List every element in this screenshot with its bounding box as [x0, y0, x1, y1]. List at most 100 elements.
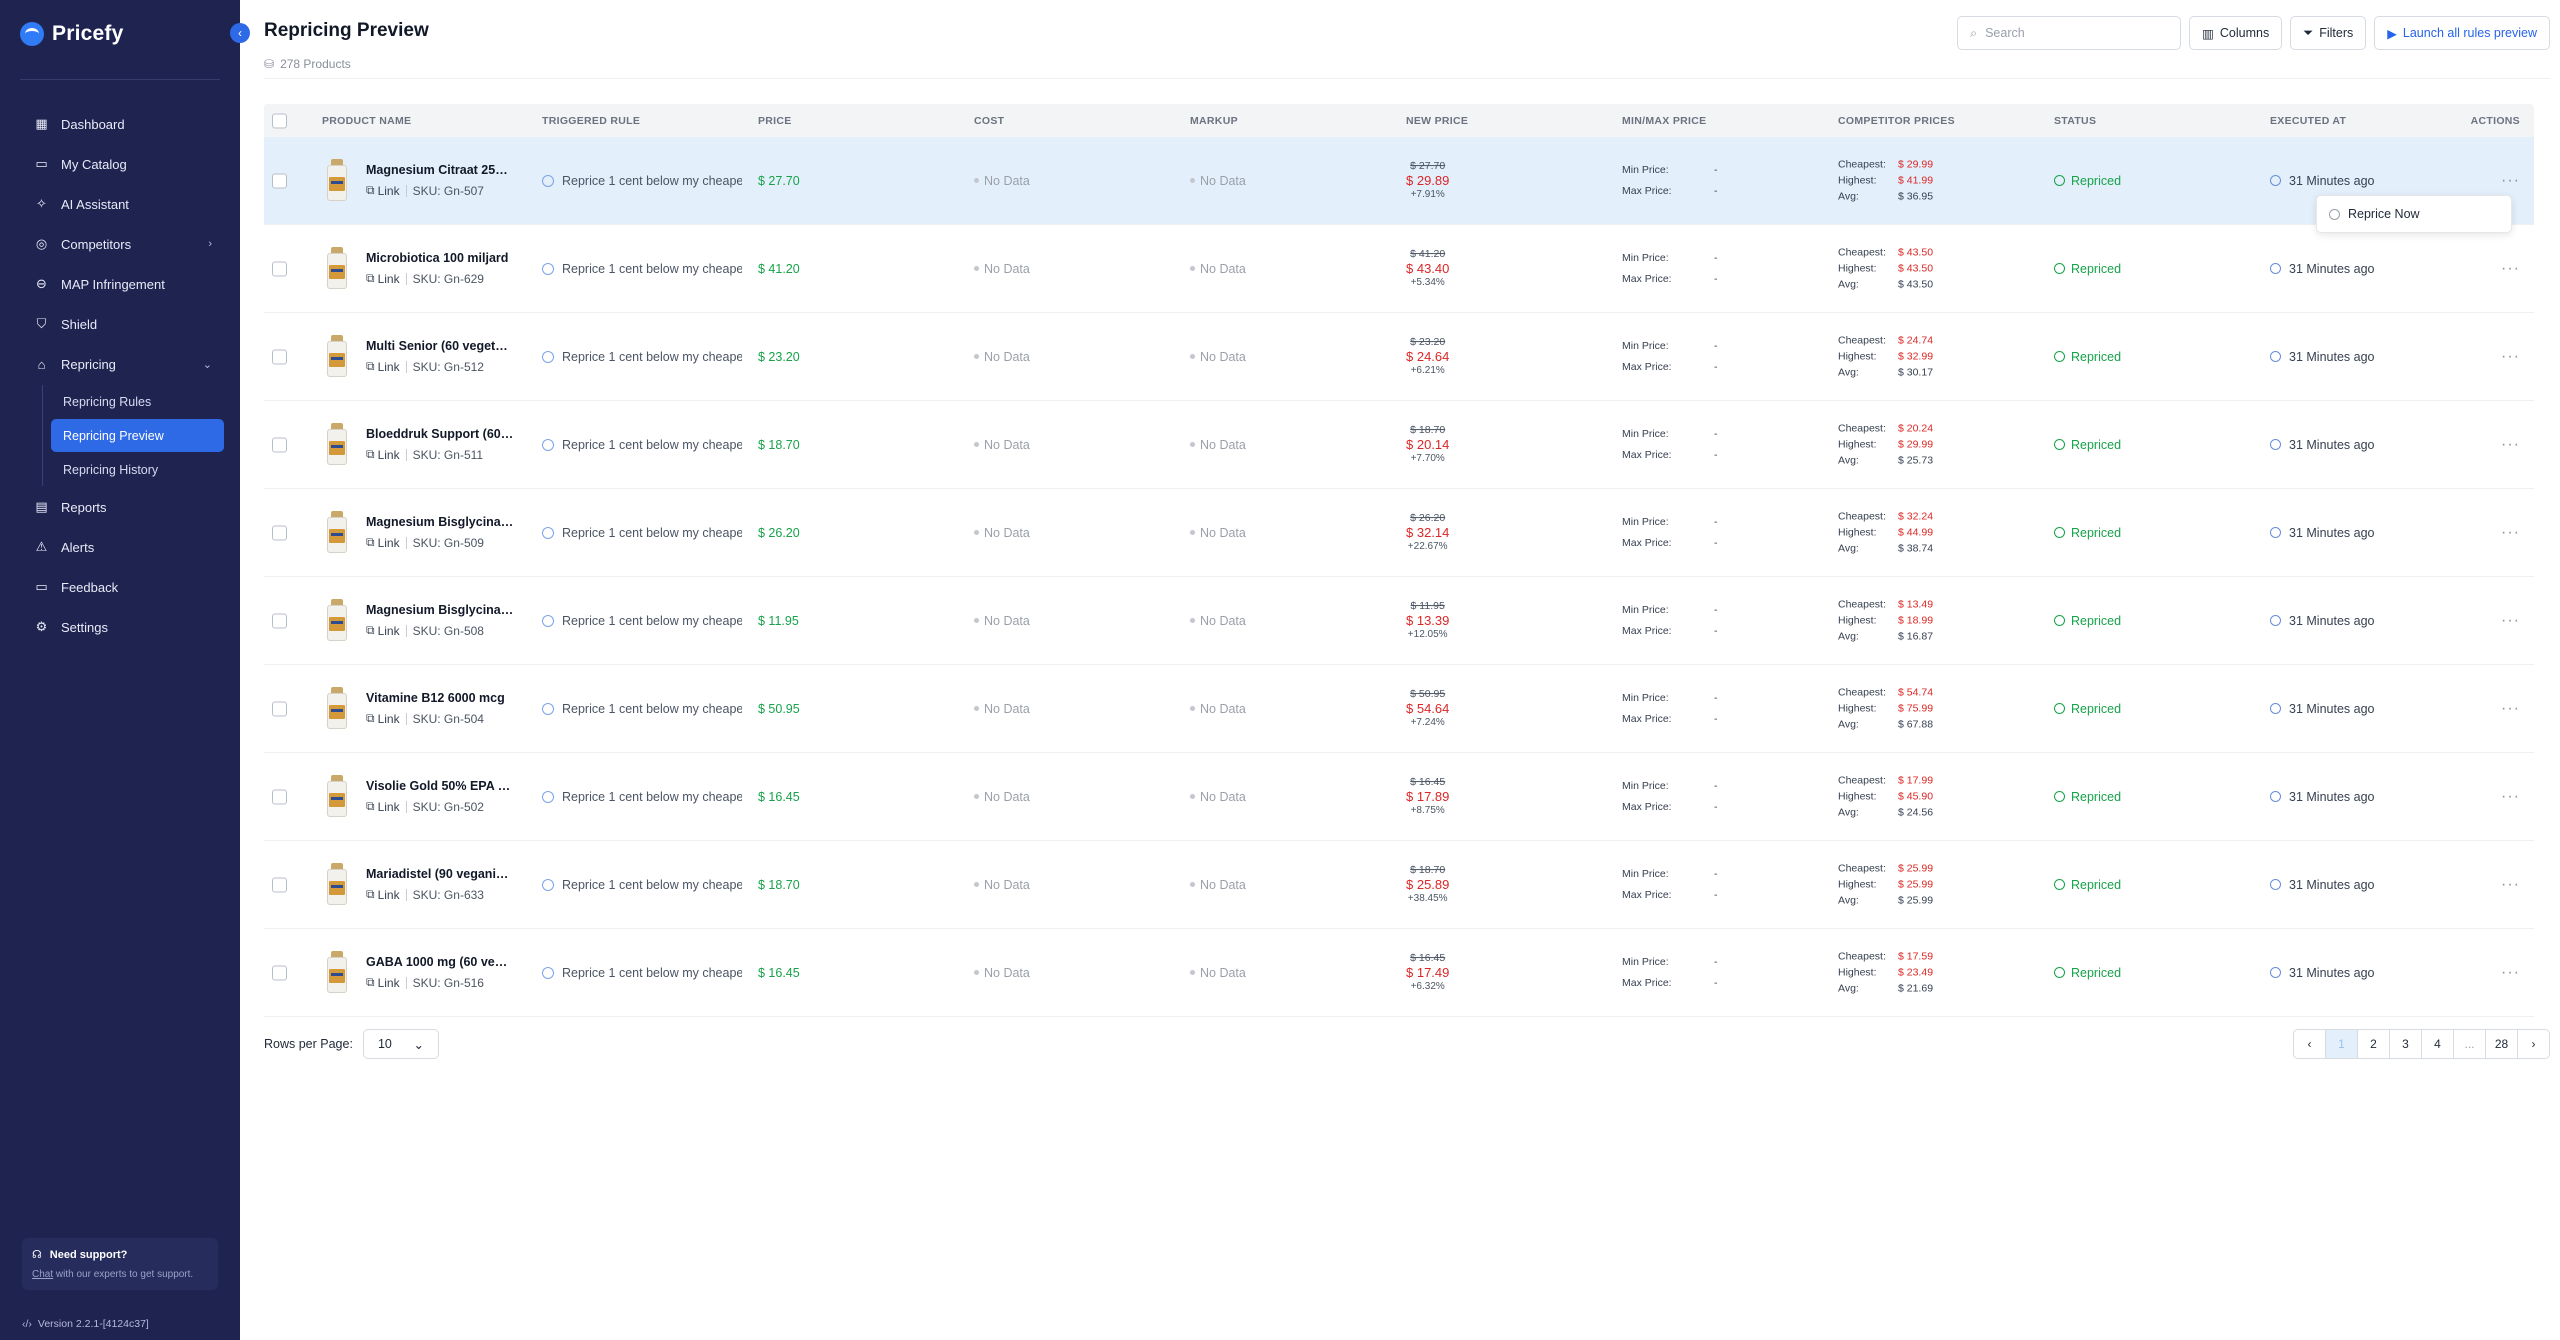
product-link[interactable]: ⧉ Link — [366, 975, 400, 990]
more-actions-icon[interactable]: ··· — [2501, 964, 2520, 982]
triggered-rule[interactable]: Reprice 1 cent below my cheapest competi… — [542, 702, 742, 716]
sidebar-item-map-infringement[interactable]: ⊖ MAP Infringement — [24, 264, 224, 304]
product-name[interactable]: Vitamine B12 6000 mcg — [366, 691, 514, 705]
page-button[interactable]: 3 — [2389, 1029, 2422, 1059]
product-name[interactable]: Mariadistel (90 veganistische capsules) — [366, 867, 514, 881]
column-header[interactable]: PRICE — [758, 115, 792, 127]
page-button[interactable]: 1 — [2325, 1029, 2358, 1059]
more-actions-icon[interactable]: ··· — [2501, 260, 2520, 278]
row-checkbox[interactable] — [272, 437, 287, 452]
page-button[interactable]: 4 — [2421, 1029, 2454, 1059]
product-link[interactable]: ⧉ Link — [366, 447, 400, 462]
sidebar-item-reports[interactable]: ▤ Reports — [24, 487, 224, 527]
row-checkbox[interactable] — [272, 877, 287, 892]
triggered-rule[interactable]: Reprice 1 cent below my cheapest competi… — [542, 174, 742, 188]
prev-page-button[interactable]: ‹ — [2293, 1029, 2326, 1059]
more-actions-icon[interactable]: ··· — [2501, 436, 2520, 454]
triggered-rule[interactable]: Reprice 1 cent below my cheapest competi… — [542, 790, 742, 804]
row-checkbox[interactable] — [272, 261, 287, 276]
sidebar-item-repricing-rules[interactable]: Repricing Rules — [51, 385, 224, 418]
product-name[interactable]: Visolie Gold 50% EPA DHA — [366, 779, 514, 793]
page-button[interactable]: 2 — [2357, 1029, 2390, 1059]
sidebar-item-feedback[interactable]: ▭ Feedback — [24, 567, 224, 607]
product-name[interactable]: Microbiotica 100 miljard — [366, 251, 514, 265]
sidebar-item-ai-assistant[interactable]: ✧ AI Assistant — [24, 184, 224, 224]
column-header[interactable]: TRIGGERED RULE — [542, 115, 640, 127]
sidebar-item-shield[interactable]: ⛉ Shield — [24, 304, 224, 344]
row-checkbox[interactable] — [272, 525, 287, 540]
product-name[interactable]: Magnesium Bisglycinaat 200 mg — [366, 603, 514, 617]
column-header[interactable]: STATUS — [2054, 115, 2096, 127]
product-link[interactable]: ⧉ Link — [366, 271, 400, 286]
sidebar-item-settings[interactable]: ⚙ Settings — [24, 607, 224, 647]
support-chat-link[interactable]: Chat — [32, 1269, 53, 1280]
brand[interactable]: Pricefy — [20, 22, 123, 46]
table-row[interactable]: Multi Senior (60 vegetarische capsules) … — [264, 313, 2534, 401]
row-checkbox[interactable] — [272, 173, 287, 188]
column-header[interactable]: COMPETITOR PRICES — [1838, 115, 1955, 127]
more-actions-icon[interactable]: ··· — [2501, 612, 2520, 630]
product-name[interactable]: Magnesium Citraat 250 mg — [366, 163, 514, 177]
table-row[interactable]: Microbiotica 100 miljard ⧉ Link SKU: Gn-6… — [264, 225, 2534, 313]
row-checkbox[interactable] — [272, 613, 287, 628]
product-name[interactable]: GABA 1000 mg (60 vegetarische capsules) — [366, 955, 514, 969]
column-header[interactable]: EXECUTED AT — [2270, 115, 2346, 127]
product-name[interactable]: Bloeddruk Support (60 capsules) — [366, 427, 514, 441]
more-actions-icon[interactable]: ··· — [2501, 348, 2520, 366]
sidebar-item-my-catalog[interactable]: ▭ My Catalog — [24, 144, 224, 184]
row-checkbox[interactable] — [272, 789, 287, 804]
product-link[interactable]: ⧉ Link — [366, 535, 400, 550]
sidebar-item-repricing-preview[interactable]: Repricing Preview — [51, 419, 224, 452]
triggered-rule[interactable]: Reprice 1 cent below my cheapest competi… — [542, 878, 742, 892]
product-link[interactable]: ⧉ Link — [366, 799, 400, 814]
table-row[interactable]: Magnesium Bisglycinaat 200 mg ⧉Link SKU:… — [264, 577, 2534, 665]
triggered-rule[interactable]: Reprice 1 cent below my cheapest competi… — [542, 614, 742, 628]
table-row[interactable]: Bloeddruk Support (60 capsules) ⧉Link SK… — [264, 401, 2534, 489]
rows-per-page-select[interactable]: 10 ⌄ — [362, 1029, 439, 1059]
triggered-rule[interactable]: Reprice 1 cent below my cheapest competi… — [542, 438, 742, 452]
table-row[interactable]: Magnesium Bisglycinaat 100 mg ⧉Link SKU:… — [264, 489, 2534, 577]
product-name[interactable]: Magnesium Bisglycinaat 100 mg — [366, 515, 514, 529]
page-button[interactable]: 28 — [2485, 1029, 2518, 1059]
triggered-rule[interactable]: Reprice 1 cent below my cheapest competi… — [542, 966, 742, 980]
sidebar-item-alerts[interactable]: ⚠ Alerts — [24, 527, 224, 567]
column-header[interactable]: PRODUCT NAME — [322, 115, 411, 127]
launch-rules-preview-button[interactable]: ▶ Launch all rules preview — [2374, 16, 2550, 50]
triggered-rule[interactable]: Reprice 1 cent below my cheapest competi… — [542, 350, 742, 364]
next-page-button[interactable]: › — [2517, 1029, 2550, 1059]
product-link[interactable]: ⧉ Link — [366, 183, 400, 198]
column-header[interactable]: MIN/MAX PRICE — [1622, 115, 1706, 127]
column-header[interactable]: NEW PRICE — [1406, 115, 1468, 127]
product-link[interactable]: ⧉ Link — [366, 887, 400, 902]
sidebar-item-repricing-history[interactable]: Repricing History — [51, 453, 224, 486]
more-actions-icon[interactable]: ··· — [2501, 700, 2520, 718]
row-checkbox[interactable] — [272, 965, 287, 980]
sidebar-item-repricing[interactable]: ⌂ Repricing ⌄ — [24, 344, 224, 384]
more-actions-icon[interactable]: ··· — [2501, 876, 2520, 894]
reprice-now-menu-item[interactable]: Reprice Now — [2348, 207, 2420, 221]
more-actions-icon[interactable]: ··· — [2501, 788, 2520, 806]
triggered-rule[interactable]: Reprice 1 cent below my cheapest competi… — [542, 262, 742, 276]
table-row[interactable]: Mariadistel (90 veganistische capsules) … — [264, 841, 2534, 929]
sidebar-item-dashboard[interactable]: ▦ Dashboard — [24, 104, 224, 144]
search-input[interactable]: ⌕ Search — [1957, 16, 2182, 50]
row-checkbox[interactable] — [272, 701, 287, 716]
more-actions-icon[interactable]: ··· — [2501, 524, 2520, 542]
product-link[interactable]: ⧉ Link — [366, 623, 400, 638]
filters-button[interactable]: ⏷ Filters — [2290, 16, 2367, 50]
row-checkbox[interactable] — [272, 349, 287, 364]
product-name[interactable]: Multi Senior (60 vegetarische capsules) — [366, 339, 514, 353]
table-row[interactable]: GABA 1000 mg (60 vegetarische capsules) … — [264, 929, 2534, 1017]
collapse-sidebar-button[interactable]: ‹ — [230, 23, 250, 43]
select-all-checkbox[interactable] — [272, 113, 287, 128]
product-link[interactable]: ⧉ Link — [366, 711, 400, 726]
product-link[interactable]: ⧉ Link — [366, 359, 400, 374]
triggered-rule[interactable]: Reprice 1 cent below my cheapest competi… — [542, 526, 742, 540]
sidebar-item-competitors[interactable]: ◎ Competitors › — [24, 224, 224, 264]
column-header[interactable]: MARKUP — [1190, 115, 1238, 127]
table-row[interactable]: Visolie Gold 50% EPA DHA ⧉ Link SKU: Gn-5… — [264, 753, 2534, 841]
column-header[interactable]: COST — [974, 115, 1004, 127]
table-row[interactable]: Vitamine B12 6000 mcg ⧉ Link SKU: Gn-504 … — [264, 665, 2534, 753]
columns-button[interactable]: ▥ Columns — [2189, 16, 2283, 50]
table-row[interactable]: Magnesium Citraat 250 mg ⧉ Link SKU: Gn-5… — [264, 137, 2534, 225]
